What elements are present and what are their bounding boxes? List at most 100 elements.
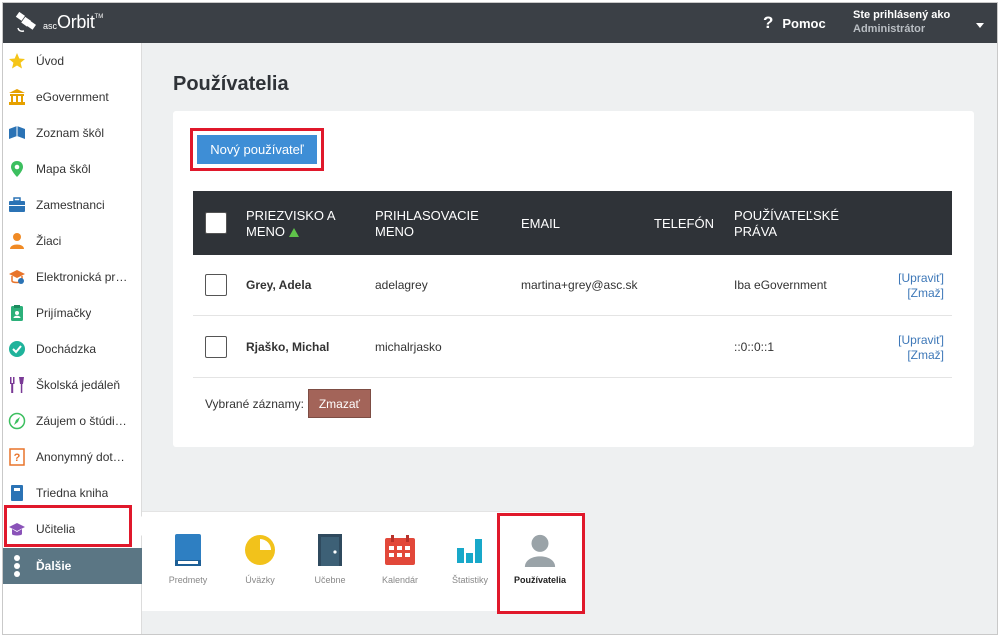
more-item-label: Štatistiky [451,575,488,585]
column-header-rights[interactable]: POUŽÍVATEĽSKÉ PRÁVA [734,208,864,240]
column-header-email[interactable]: EMAIL [521,216,560,232]
delete-link[interactable]: [Zmaž] [898,286,944,301]
sidebar-item-label: Úvod [36,54,65,68]
user-login: adelagrey [375,278,428,292]
users-highlight-frame [497,513,585,614]
admission-clipboard-icon [8,304,26,322]
selected-records-label: Vybrané záznamy: [205,396,304,411]
row-actions: [Upraviť] [Zmaž] [898,333,944,363]
column-header-phone[interactable]: TELEFÓN [654,216,714,232]
door-icon [313,532,347,568]
sidebar-item-zamestnanci[interactable]: Zamestnanci [3,187,142,223]
help-label: Pomoc [782,15,826,31]
bar-chart-icon [453,532,487,568]
table-row: Rjaško, Michal michalrjasko ::0::0::1 [U… [193,317,952,378]
sidebar-highlight-frame [4,505,132,547]
svg-text:?: ? [14,452,21,464]
column-header-login[interactable]: PRIHLASOVACIE MENO [375,208,505,240]
more-item-kalendar[interactable]: Kalendár [364,512,436,612]
book-icon [171,532,205,568]
sidebar-item-prijimacky[interactable]: Prijímačky [3,295,142,331]
user-email: martina+grey@asc.sk [521,278,638,292]
select-all-checkbox[interactable] [205,212,227,234]
more-item-label: Kalendár [381,575,419,585]
questionnaire-icon: ? [8,448,26,466]
sidebar-item-label: Zamestnanci [36,198,105,212]
delete-link[interactable]: [Zmaž] [898,348,944,363]
more-item-label: Predmety [168,575,208,585]
brand-orbit: Orbit [57,11,95,32]
sidebar-item-label: Školská jedáleň [36,378,121,392]
sidebar-item-uvod[interactable]: Úvod [3,43,142,79]
canteen-icon [8,376,26,394]
user-login: michalrjasko [375,340,442,354]
sidebar-item-egovernment[interactable]: eGovernment [3,79,142,115]
brand-asc: asc [43,21,58,31]
more-item-ucebne[interactable]: Učebne [294,512,366,612]
more-item-statistiky[interactable]: Štatistiky [434,512,506,612]
brand-tm: TM [94,14,104,20]
sidebar-item-label: Záujem o štúdium [36,414,128,428]
sidebar-item-zoznam-skol[interactable]: Zoznam škôl [3,115,142,151]
app-window: asc Orbit TM ? Pomoc Ste prihlásený ako … [2,2,998,635]
class-book-icon [8,484,26,502]
user-name: Rjaško, Michal [246,340,330,354]
sidebar-item-label: eGovernment [36,90,109,104]
attendance-check-icon [8,340,26,358]
edit-link[interactable]: [Upraviť] [898,333,944,348]
row-checkbox[interactable] [205,336,227,358]
help-button[interactable]: ? Pomoc [763,13,826,33]
sidebar-item-label: Zoznam škôl [36,126,105,140]
government-building-icon [8,88,26,106]
sort-ascending-icon [289,228,299,237]
user-role: Administrátor [853,23,926,35]
more-item-label: Učebne [314,575,346,585]
electronic-application-icon [8,268,26,286]
sidebar-item-label: Dochádzka [36,342,97,356]
satellite-icon [15,10,41,34]
ascorbit-logo[interactable]: asc Orbit TM [15,9,103,35]
sidebar-item-anonymny-dotaznik[interactable]: ? Anonymný dotazník [3,439,142,475]
question-mark-icon: ? [763,13,774,32]
student-icon [8,232,26,250]
column-header-name[interactable]: PRIEZVISKO A MENO [246,208,361,240]
briefcase-icon [8,196,26,214]
page-title: Používatelia [173,73,289,95]
row-checkbox[interactable] [205,274,227,296]
more-item-predmety[interactable]: Predmety [152,512,224,612]
logged-in-as-label: Ste prihlásený ako [853,9,951,21]
users-card: Nový používateľ PRIEZVISKO A MENO PRIHLA… [173,111,974,447]
user-menu[interactable]: Ste prihlásený ako Administrátor [853,8,950,36]
new-user-highlight-frame: Nový používateľ [190,128,324,171]
more-item-uvazky[interactable]: Úväzky [224,512,296,612]
sidebar-item-skolska-jedalen[interactable]: Školská jedáleň [3,367,142,403]
more-dots-icon [8,555,26,577]
star-icon [8,52,26,70]
table-header: PRIEZVISKO A MENO PRIHLASOVACIE MENO EMA… [193,191,952,255]
edit-link[interactable]: [Upraviť] [898,271,944,286]
sidebar-item-dalsie[interactable]: Ďalšie [3,548,142,584]
chevron-down-icon[interactable] [976,23,984,28]
top-bar: asc Orbit TM ? Pomoc Ste prihlásený ako … [3,3,997,43]
sidebar-item-label: Triedna kniha [36,486,109,500]
sidebar-item-mapa-skol[interactable]: Mapa škôl [3,151,142,187]
sidebar-item-label: Prijímačky [36,306,92,320]
sidebar-item-elektronicka-prihlaska[interactable]: Elektronická prihláška [3,259,142,295]
user-rights: Iba eGovernment [734,278,827,292]
delete-selected-button[interactable]: Zmazať [307,389,371,418]
calendar-icon [383,532,417,568]
sidebar-item-zaujem-o-studium[interactable]: Záujem o štúdium [3,403,142,439]
more-item-label: Úväzky [245,575,275,585]
new-user-button[interactable]: Nový používateľ [197,135,317,164]
bulk-actions: Vybrané záznamy: Zmazať [205,389,371,418]
workload-pie-icon [243,532,277,568]
sidebar-item-dochadzka[interactable]: Dochádzka [3,331,142,367]
sidebar-item-label: Mapa škôl [36,162,91,176]
map-pin-icon [8,160,26,178]
sidebar-item-label: Ďalšie [36,559,72,573]
user-name: Grey, Adela [246,278,312,292]
row-actions: [Upraviť] [Zmaž] [898,271,944,301]
user-rights: ::0::0::1 [734,340,775,354]
sidebar-item-ziaci[interactable]: Žiaci [3,223,142,259]
table-row: Grey, Adela adelagrey martina+grey@asc.s… [193,255,952,316]
